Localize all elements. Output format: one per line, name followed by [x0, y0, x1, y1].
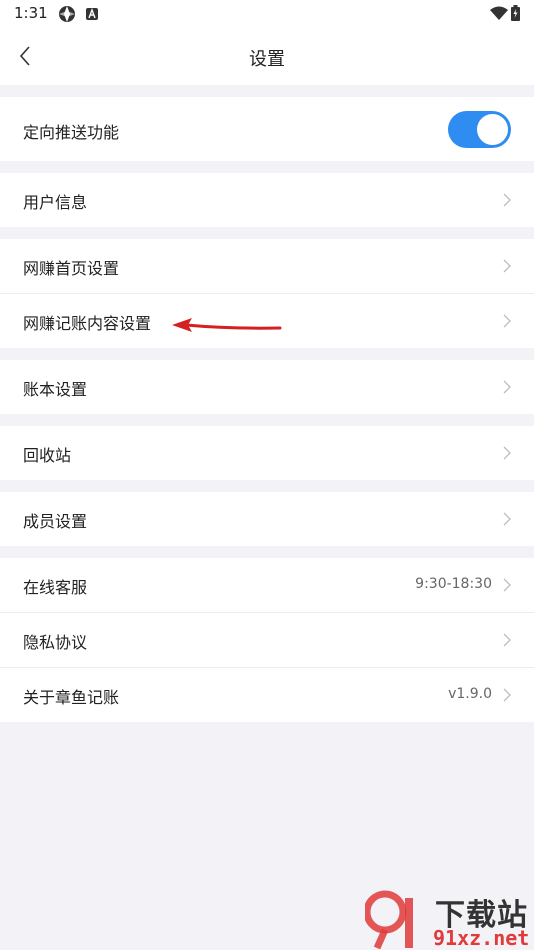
chevron-right-icon: [503, 193, 511, 207]
chevron-right-icon: [503, 578, 511, 592]
wifi-icon: [490, 6, 508, 20]
aperture-icon: [59, 6, 75, 22]
watermark-logo-icon: [365, 890, 413, 950]
status-bar: 1:31: [0, 0, 534, 28]
customer-service-label: 在线客服: [23, 578, 88, 597]
toggle-knob: [477, 114, 508, 145]
page-title: 设置: [249, 49, 285, 70]
customer-service-row[interactable]: 在线客服 9:30-18:30: [0, 558, 534, 613]
privacy-label: 隐私协议: [23, 633, 88, 652]
about-label: 关于章鱼记账: [23, 688, 120, 707]
home-settings-label: 网赚首页设置: [23, 259, 120, 278]
chevron-right-icon: [503, 259, 511, 273]
settings-group-book: 账本设置: [0, 360, 534, 414]
about-row[interactable]: 关于章鱼记账 v1.9.0: [0, 668, 534, 722]
battery-icon: [511, 5, 520, 21]
chevron-right-icon: [503, 314, 511, 328]
chevron-right-icon: [503, 633, 511, 647]
recycle-bin-row[interactable]: 回收站: [0, 426, 534, 480]
settings-group-recycle: 回收站: [0, 426, 534, 480]
home-settings-row[interactable]: 网赚首页设置: [0, 239, 534, 294]
member-settings-label: 成员设置: [23, 512, 88, 531]
settings-group-member: 成员设置: [0, 492, 534, 546]
annotation-arrow-icon: [172, 318, 282, 332]
watermark: 下载站 91xz.net: [365, 888, 533, 950]
nav-bar: 设置: [0, 28, 534, 85]
privacy-row[interactable]: 隐私协议: [0, 613, 534, 668]
version-value: v1.9.0: [448, 686, 492, 702]
book-settings-label: 账本设置: [23, 380, 88, 399]
chevron-right-icon: [503, 380, 511, 394]
user-info-row[interactable]: 用户信息: [0, 173, 534, 227]
chevron-right-icon: [503, 512, 511, 526]
book-settings-row[interactable]: 账本设置: [0, 360, 534, 414]
content-settings-label: 网赚记账内容设置: [23, 314, 152, 333]
chevron-right-icon: [503, 446, 511, 460]
settings-group-user: 用户信息: [0, 173, 534, 227]
service-hours-value: 9:30-18:30: [415, 576, 492, 592]
member-settings-row[interactable]: 成员设置: [0, 492, 534, 546]
settings-group-about: 在线客服 9:30-18:30 隐私协议 关于章鱼记账 v1.9.0: [0, 558, 534, 722]
settings-group-push: 定向推送功能: [0, 97, 534, 161]
user-info-label: 用户信息: [23, 193, 88, 212]
app-notification-icon: [86, 8, 98, 20]
push-toggle[interactable]: [448, 111, 511, 148]
recycle-bin-label: 回收站: [23, 446, 72, 465]
push-setting-row: 定向推送功能: [0, 97, 534, 161]
watermark-domain: 91xz.net: [433, 926, 530, 950]
chevron-right-icon: [503, 688, 511, 702]
push-setting-label: 定向推送功能: [23, 123, 120, 142]
status-time: 1:31: [14, 4, 48, 22]
